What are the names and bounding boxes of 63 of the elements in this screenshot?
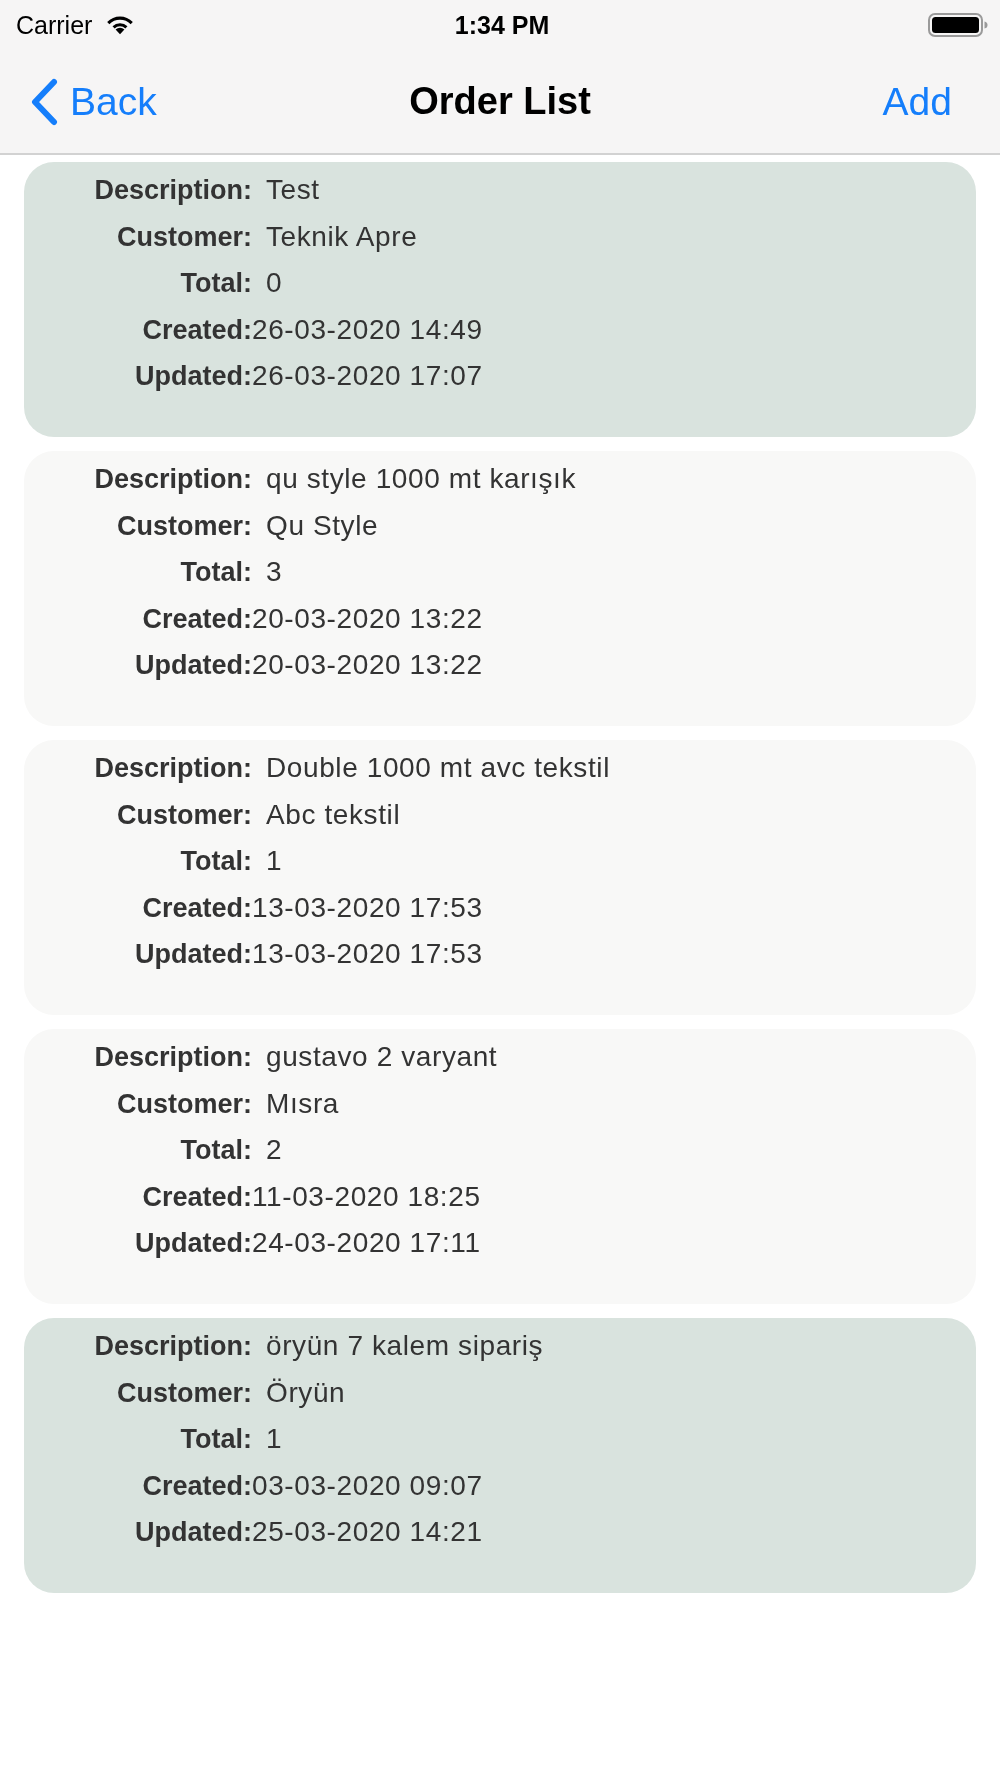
field-value: Öryün (266, 1375, 346, 1410)
field-label: Updated: (134, 938, 252, 971)
field-value: Mısra (266, 1086, 339, 1121)
field-label: Total: (179, 1134, 252, 1167)
order-card[interactable]: Description: öryün 7 kalem sipariş Customer: Öryün Total: 1 Created:03-03-2020 09:07 Updated:25-03-2020 14:21 (24, 1318, 976, 1593)
field-label: Total: (179, 1423, 252, 1456)
field-value: 0 (266, 266, 283, 300)
status-time: 1:34 PM (454, 10, 550, 40)
field-label: Description: (93, 1330, 252, 1363)
carrier-name: Carrier (16, 10, 93, 40)
field-value: 13-03-2020 17:53 (252, 890, 483, 925)
add-button[interactable]: Add (882, 79, 952, 124)
field-label: Created: (141, 891, 252, 925)
field-label: Total: (179, 556, 252, 589)
battery-icon (928, 13, 988, 37)
field-value: Abc tekstil (266, 797, 401, 832)
field-value: 03-03-2020 09:07 (252, 1468, 483, 1503)
field-label: Description: (93, 752, 252, 785)
field-label: Customer: (116, 1087, 252, 1121)
field-value: 26-03-2020 17:07 (252, 359, 483, 393)
field-value: Teknik Apre (266, 219, 418, 254)
field-label: Created: (141, 1180, 252, 1214)
field-label: Description: (93, 1041, 252, 1074)
field-label: Customer: (116, 798, 252, 832)
order-card[interactable]: Description: gustavo 2 varyant Customer: Mısra Total: 2 Created:11-03-2020 18:25 Updated:24-03-2020 17:11 (24, 1029, 976, 1304)
field-label: Description: (93, 463, 252, 496)
field-value: 13-03-2020 17:53 (252, 937, 483, 971)
order-card[interactable]: Description: Test Customer: Teknik Apre Total: 0 Created:26-03-2020 14:49 Updated:26-03-2020 17:07 (24, 162, 976, 437)
field-label: Total: (179, 845, 252, 878)
order-card[interactable]: Description: Double 1000 mt avc tekstil Customer: Abc tekstil Total: 1 Created:13-03-2020 17:53 Updated:13-03-2020 17:53 (24, 740, 976, 1015)
field-label: Created: (141, 602, 252, 636)
page-title: Order List (409, 80, 591, 123)
field-label: Updated: (134, 360, 252, 393)
field-value: 26-03-2020 14:49 (252, 312, 483, 347)
field-value: 1 (266, 1422, 283, 1456)
field-value: 1 (266, 844, 283, 878)
field-value: 3 (266, 555, 283, 589)
field-label: Updated: (134, 1516, 252, 1549)
chevron-left-icon (30, 77, 58, 126)
order-card[interactable]: Description: qu style 1000 mt karışık Customer: Qu Style Total: 3 Created:20-03-2020 13:22 Updated:20-03-2020 13:22 (24, 451, 976, 726)
field-value: Double 1000 mt avc tekstil (266, 751, 610, 785)
field-label: Updated: (134, 649, 252, 682)
field-label: Updated: (134, 1227, 252, 1260)
field-value: 20-03-2020 13:22 (252, 648, 483, 682)
field-value: öryün 7 kalem sipariş (266, 1329, 544, 1363)
field-label: Description: (93, 174, 252, 207)
field-label: Customer: (116, 509, 252, 543)
field-label: Customer: (116, 1376, 252, 1410)
wifi-icon (106, 15, 135, 35)
field-value: Test (266, 173, 320, 207)
field-value: Qu Style (266, 508, 379, 543)
field-value: 25-03-2020 14:21 (252, 1515, 483, 1549)
field-label: Created: (141, 313, 252, 347)
field-label: Created: (141, 1469, 252, 1503)
field-value: gustavo 2 varyant (266, 1040, 498, 1074)
field-value: 2 (266, 1133, 283, 1167)
field-value: 24-03-2020 17:11 (252, 1226, 481, 1260)
field-label: Customer: (116, 220, 252, 254)
field-value: qu style 1000 mt karışık (266, 462, 577, 496)
field-value: 11-03-2020 18:25 (252, 1179, 481, 1214)
field-value: 20-03-2020 13:22 (252, 601, 483, 636)
field-label: Total: (179, 267, 252, 300)
back-button[interactable]: Back (30, 77, 157, 126)
